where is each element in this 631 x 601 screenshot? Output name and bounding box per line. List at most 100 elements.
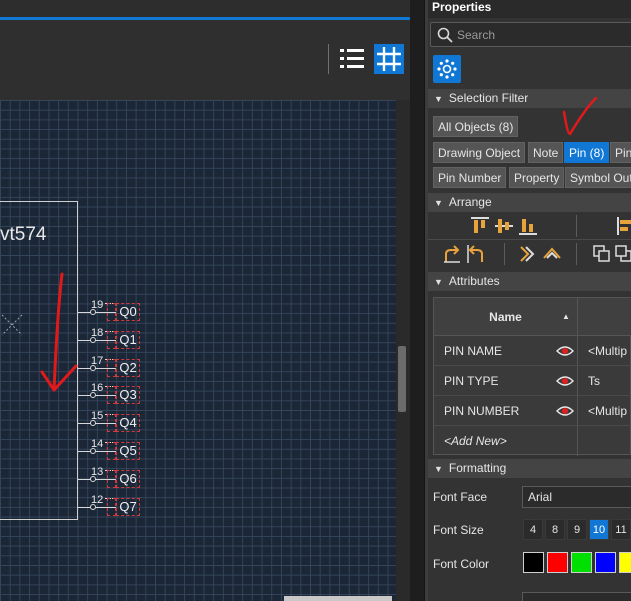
- table-row[interactable]: PIN TYPE Ts: [434, 366, 631, 396]
- pin-q6[interactable]: 13 Q6: [78, 466, 148, 488]
- arrange-separator: [576, 243, 577, 265]
- align-bottom-icon: [519, 219, 537, 235]
- font-size-option[interactable]: 4: [523, 519, 543, 540]
- attributes-table: Name ▲ PIN NAME <Multip PIN TYPE Ts PIN …: [433, 297, 631, 456]
- rotate-right-button[interactable]: [440, 243, 464, 265]
- layers-back-icon: [615, 245, 631, 262]
- editor-area: vt574 19 Q0 18 Q1 17 Q2 16 Q3 15 Q4 14 Q5 13 Q6 12 Q7: [0, 0, 424, 601]
- pin-name: Q7: [116, 497, 140, 516]
- pin-name: Q1: [116, 330, 140, 349]
- chip-symbol-outline[interactable]: Symbol Out: [565, 167, 631, 188]
- align-middle-icon: [495, 219, 513, 233]
- chip-pin-number[interactable]: Pin Number: [433, 167, 507, 188]
- section-title: Arrange: [448, 195, 492, 209]
- font-size-option[interactable]: 8: [545, 519, 565, 540]
- pin-selection-box: [107, 358, 116, 377]
- formatting-header[interactable]: ▼ Formatting: [428, 459, 631, 478]
- visibility-eye-icon[interactable]: [556, 344, 574, 358]
- color-swatch[interactable]: [619, 552, 631, 573]
- align-middle-button[interactable]: [492, 215, 516, 237]
- pin-selection-box: [107, 469, 116, 488]
- selection-filter-header[interactable]: ▼ Selection Filter: [428, 89, 631, 108]
- send-backward-button[interactable]: [612, 243, 631, 265]
- font-color-label: Font Color: [433, 557, 490, 571]
- search-box[interactable]: [430, 22, 631, 47]
- color-swatch[interactable]: [523, 552, 544, 573]
- list-view-button[interactable]: [337, 44, 367, 74]
- chip-note[interactable]: Note: [528, 142, 564, 163]
- horizontal-scrollbar[interactable]: [284, 596, 392, 601]
- toolbar-separator: [328, 44, 329, 74]
- visibility-eye-icon[interactable]: [556, 404, 574, 418]
- panel-title: Properties: [428, 0, 631, 18]
- scrollbar-thumb[interactable]: [398, 346, 406, 412]
- color-swatch[interactable]: [547, 552, 568, 573]
- next-field[interactable]: [522, 592, 631, 601]
- attr-name: PIN NUMBER: [444, 404, 520, 418]
- sort-ascending-icon[interactable]: ▲: [562, 298, 574, 335]
- pin-q4[interactable]: 15 Q4: [78, 410, 148, 433]
- arrange-separator: [504, 243, 505, 265]
- collapse-triangle-icon: ▼: [434, 277, 443, 287]
- flip-vertical-icon: [543, 247, 561, 259]
- section-title: Formatting: [448, 461, 507, 475]
- pin-number: 15: [91, 410, 104, 423]
- pin-q7[interactable]: 12 Q7: [78, 494, 148, 516]
- pin-q2[interactable]: 17 Q2: [78, 355, 148, 377]
- attributes-header[interactable]: ▼ Attributes: [428, 272, 631, 291]
- pin-number: 13: [91, 465, 104, 478]
- attr-value: Ts: [588, 374, 600, 388]
- pin-name: Q5: [116, 442, 140, 460]
- align-bottom-button[interactable]: [516, 215, 540, 237]
- chip-property[interactable]: Property: [509, 167, 565, 188]
- pin-q0[interactable]: 19 Q0: [78, 299, 148, 321]
- align-top-button[interactable]: [468, 215, 492, 237]
- list-icon: [340, 49, 364, 68]
- chip-pin[interactable]: Pin: [610, 142, 631, 163]
- visibility-eye-icon[interactable]: [556, 374, 574, 388]
- search-icon: [437, 27, 453, 43]
- origin-marker-icon: [1, 314, 23, 336]
- pin-selection-box: [107, 386, 116, 405]
- pin-q1[interactable]: 18 Q1: [78, 327, 148, 349]
- flip-horizontal-button[interactable]: [516, 243, 540, 265]
- dotted-gear-icon: [437, 59, 457, 79]
- pin-q5[interactable]: 14 Q5: [78, 438, 148, 460]
- search-input[interactable]: [457, 26, 627, 43]
- align-left-button[interactable]: [614, 215, 631, 237]
- add-new-row[interactable]: <Add New>: [434, 426, 631, 456]
- color-swatch[interactable]: [595, 552, 616, 573]
- pin-number: 19: [91, 299, 104, 311]
- chip-drawing-object[interactable]: Drawing Object: [433, 142, 526, 163]
- align-top-icon: [471, 217, 489, 233]
- rotate-left-button[interactable]: [464, 243, 488, 265]
- properties-panel: Properties ▼Selection Filter All Object: [428, 0, 631, 601]
- arrange-header[interactable]: ▼ Arrange: [428, 193, 631, 212]
- layers-icon: [593, 245, 610, 262]
- flip-vertical-button[interactable]: [540, 243, 564, 265]
- grid-view-button[interactable]: [374, 44, 404, 74]
- settings-button[interactable]: [433, 55, 461, 83]
- chip-all-objects[interactable]: All Objects (8): [433, 116, 519, 137]
- pin-name: Q4: [116, 414, 140, 433]
- part-name-label[interactable]: vt574: [0, 224, 46, 246]
- font-size-option[interactable]: 9: [567, 519, 587, 540]
- bring-forward-button[interactable]: [590, 243, 614, 265]
- font-size-option-selected[interactable]: 10: [589, 519, 609, 540]
- font-size-option[interactable]: 11: [611, 519, 631, 540]
- pin-selection-box: [107, 442, 116, 460]
- font-face-label: Font Face: [433, 490, 488, 504]
- column-header-name[interactable]: Name: [434, 298, 577, 335]
- attr-name: PIN NAME: [444, 344, 503, 358]
- pin-q3[interactable]: 16 Q3: [78, 382, 148, 405]
- chip-pin-8[interactable]: Pin (8): [564, 142, 610, 163]
- add-new-label[interactable]: <Add New>: [444, 426, 564, 456]
- color-swatch[interactable]: [571, 552, 592, 573]
- pin-name: Q0: [116, 303, 140, 321]
- table-row[interactable]: PIN NUMBER <Multip: [434, 396, 631, 426]
- table-row[interactable]: PIN NAME <Multip: [434, 336, 631, 366]
- app-window: vt574 19 Q0 18 Q1 17 Q2 16 Q3 15 Q4 14 Q5 13 Q6 12 Q7 P…: [0, 0, 631, 601]
- font-face-select[interactable]: Arial: [522, 486, 631, 508]
- pin-name: Q3: [116, 386, 140, 405]
- attr-value: <Multip: [588, 404, 628, 418]
